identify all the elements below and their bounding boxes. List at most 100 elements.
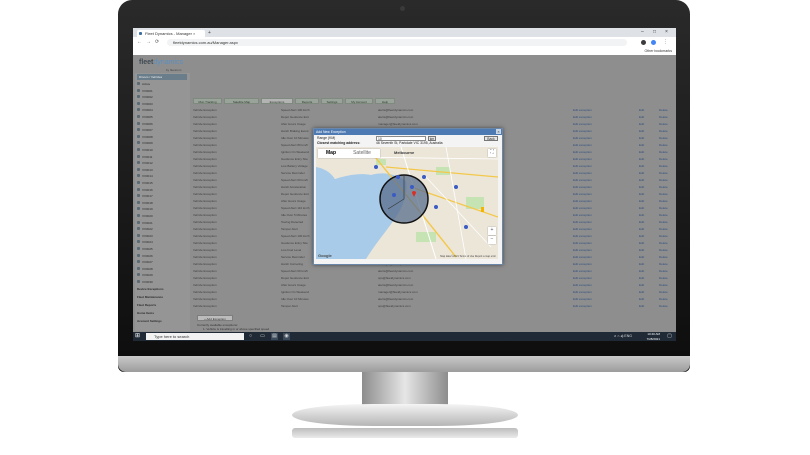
edit-link[interactable]: Edit [639,275,644,282]
delete-link[interactable]: Delete [659,198,668,205]
edit-link[interactable]: Edit [639,107,644,114]
sidebar-item[interactable]: VX0006 [137,121,187,128]
edit-exception-link[interactable]: Edit exception [573,205,592,212]
edit-exception-link[interactable]: Edit exception [573,261,592,268]
edit-link[interactable]: Edit [639,247,644,254]
edit-link[interactable]: Edit [639,289,644,296]
edit-exception-link[interactable]: Edit exception [573,219,592,226]
sidebar-item[interactable]: VX0002 [137,94,187,101]
edit-exception-link[interactable]: Edit exception [573,114,592,121]
edit-link[interactable]: Edit [639,198,644,205]
edit-link[interactable]: Edit [639,240,644,247]
edit-exception-link[interactable]: Edit exception [573,275,592,282]
sidebar-item[interactable]: VX0023 [137,233,187,240]
map-tab-satellite[interactable]: Satellite [344,149,380,158]
sidebar-item[interactable]: VX0029 [137,272,187,279]
delete-link[interactable]: Delete [659,275,668,282]
top-tab[interactable]: Mon Tracking [193,98,222,104]
delete-link[interactable]: Delete [659,149,668,156]
edit-exception-link[interactable]: Edit exception [573,226,592,233]
other-bookmarks[interactable]: Other bookmarks [644,48,672,55]
sidebar-section[interactable]: Fleet Reports [137,302,187,309]
sidebar-item[interactable]: VX0020 [137,213,187,220]
delete-link[interactable]: Delete [659,177,668,184]
delete-link[interactable]: Delete [659,282,668,289]
edit-link[interactable]: Edit [639,282,644,289]
top-tab[interactable]: Help [375,98,395,104]
extension-icon[interactable] [651,40,656,45]
chrome-icon[interactable]: ◉ [283,333,290,340]
delete-link[interactable]: Delete [659,233,668,240]
sidebar-item[interactable]: VX0013 [137,167,187,174]
edit-exception-link[interactable]: Edit exception [573,163,592,170]
delete-link[interactable]: Delete [659,205,668,212]
top-tab[interactable]: My Account [345,98,373,104]
maximize-icon[interactable]: □ [653,29,656,36]
sidebar-item[interactable]: VX0014 [137,173,187,180]
delete-link[interactable]: Delete [659,296,668,303]
task-view-icon[interactable]: ○ [247,333,254,340]
edit-link[interactable]: Edit [639,296,644,303]
sidebar-item[interactable]: VX0024 [137,239,187,246]
edit-link[interactable]: Edit [639,156,644,163]
edit-exception-link[interactable]: Edit exception [573,198,592,205]
top-tab[interactable]: Settings [321,98,343,104]
delete-link[interactable]: Delete [659,184,668,191]
file-explorer-icon[interactable]: ▭ [259,333,266,340]
edit-exception-link[interactable]: Edit exception [573,177,592,184]
edit-link[interactable]: Edit [639,149,644,156]
close-window-icon[interactable]: × [665,29,668,36]
folder-icon[interactable]: ▤ [271,333,278,340]
sidebar-item[interactable]: VX0018 [137,200,187,207]
edit-link[interactable]: Edit [639,121,644,128]
sidebar-item[interactable]: VX0026 [137,253,187,260]
dialog-close-button[interactable]: × [496,129,501,134]
edit-exception-link[interactable]: Edit exception [573,191,592,198]
address-bar[interactable]: fleetdynamics.com.au/Manager.aspx [167,39,627,46]
edit-exception-link[interactable]: Edit exception [573,247,592,254]
edit-exception-link[interactable]: Edit exception [573,289,592,296]
delete-link[interactable]: Delete [659,191,668,198]
back-icon[interactable]: ← [137,38,142,47]
profile-avatar[interactable] [641,40,646,45]
edit-link[interactable]: Edit [639,135,644,142]
edit-exception-link[interactable]: Edit exception [573,212,592,219]
system-tray[interactable]: ∧ ⌂ ◂) ENG [614,333,632,340]
sidebar-item[interactable]: VX0010 [137,147,187,154]
sidebar-item[interactable]: VX0025 [137,246,187,253]
edit-link[interactable]: Edit [639,128,644,135]
edit-exception-link[interactable]: Edit exception [573,282,592,289]
delete-link[interactable]: Delete [659,247,668,254]
sidebar-item[interactable]: VX0007 [137,127,187,134]
sidebar-item[interactable]: VX0004 [137,107,187,114]
edit-exception-link[interactable]: Edit exception [573,233,592,240]
edit-exception-link[interactable]: Edit exception [573,268,592,275]
sidebar-item[interactable]: VX0022 [137,226,187,233]
sidebar-item[interactable]: VX0001 [137,88,187,95]
delete-link[interactable]: Delete [659,268,668,275]
delete-link[interactable]: Delete [659,107,668,114]
sidebar-item[interactable]: VX0027 [137,259,187,266]
edit-link[interactable]: Edit [639,170,644,177]
delete-link[interactable]: Delete [659,128,668,135]
delete-link[interactable]: Delete [659,121,668,128]
edit-link[interactable]: Edit [639,142,644,149]
sidebar-item[interactable]: VX0009 [137,140,187,147]
edit-link[interactable]: Edit [639,254,644,261]
sidebar-item[interactable]: VX0016 [137,187,187,194]
windows-start-icon[interactable]: ⊞ [135,333,140,340]
edit-exception-link[interactable]: Edit exception [573,142,592,149]
delete-link[interactable]: Delete [659,261,668,268]
edit-link[interactable]: Edit [639,205,644,212]
delete-link[interactable]: Delete [659,212,668,219]
sidebar-section[interactable]: Fleet Maintenance [137,294,187,301]
delete-link[interactable]: Delete [659,170,668,177]
delete-link[interactable]: Delete [659,240,668,247]
edit-exception-link[interactable]: Edit exception [573,128,592,135]
delete-link[interactable]: Delete [659,303,668,310]
edit-exception-link[interactable]: Edit exception [573,296,592,303]
edit-exception-link[interactable]: Edit exception [573,184,592,191]
menu-kebab-icon[interactable]: ⋮ [663,38,668,47]
edit-link[interactable]: Edit [639,163,644,170]
sidebar-item[interactable]: VX0028 [137,266,187,273]
